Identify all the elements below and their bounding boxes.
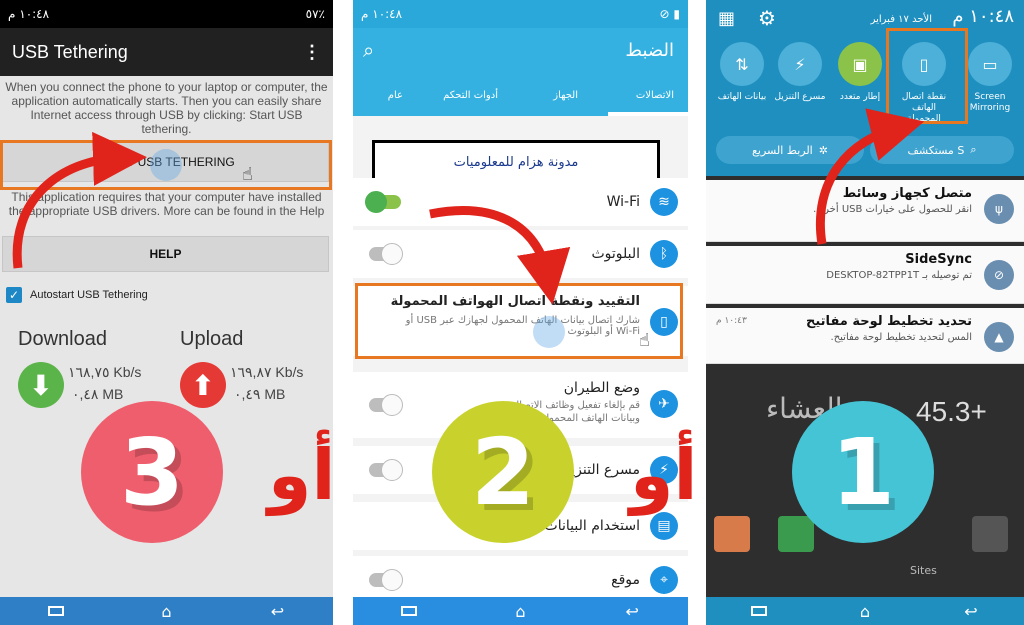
step-badge-2: 2: [432, 401, 574, 543]
or-label-left: أو: [268, 434, 336, 516]
step-badge-3: 3: [81, 401, 223, 543]
arrow-phone1: [12, 131, 147, 269]
step-badge-1: 1: [792, 401, 934, 543]
or-label-right: أو: [630, 434, 698, 516]
arrow-phone3: [816, 108, 925, 245]
arrow-phone2: [429, 206, 571, 305]
